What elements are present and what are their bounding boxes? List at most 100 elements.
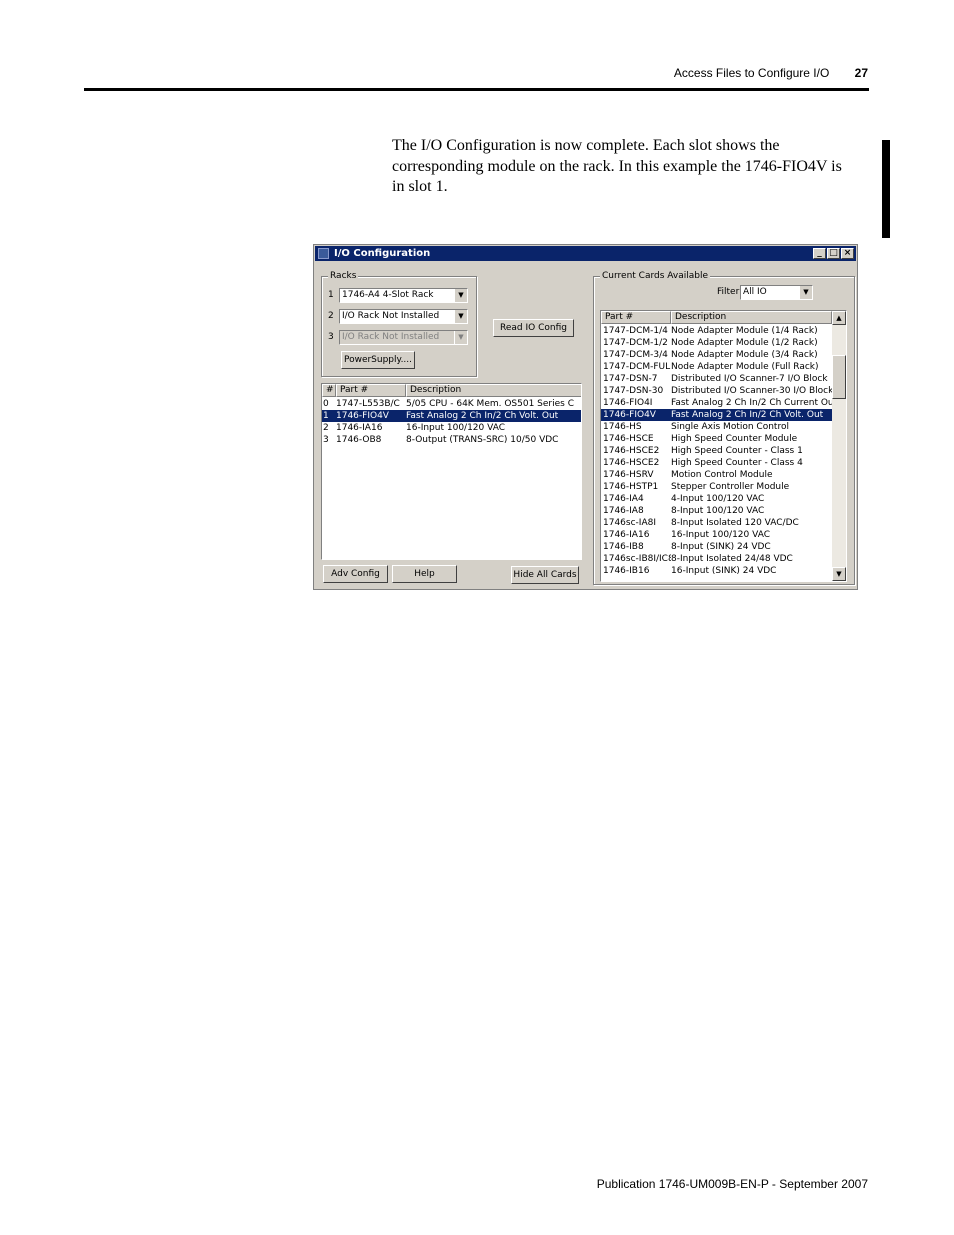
scroll-thumb[interactable] — [832, 355, 846, 399]
card-description: 8-Input Isolated 120 VAC/DC — [671, 518, 799, 528]
card-description: High Speed Counter - Class 4 — [671, 458, 803, 468]
card-part: 1746-HSCE — [603, 434, 654, 444]
card-part: 1746sc-IB8I/IC8I — [603, 554, 671, 564]
read-io-config-button[interactable]: Read IO Config — [493, 319, 574, 337]
card-row[interactable]: 1746-IA16 16-Input 100/120 VAC — [601, 529, 832, 541]
chevron-down-icon[interactable]: ▼ — [454, 310, 467, 323]
card-part: 1746-HSRV — [603, 470, 654, 480]
card-description: Node Adapter Module (1/4 Rack) — [671, 326, 818, 336]
card-row[interactable]: 1746-HSRV Motion Control Module — [601, 469, 832, 481]
rack-1-select[interactable]: 1746-A4 4-Slot Rack ▼ — [339, 288, 468, 303]
card-part: 1747-DCM-1/2 — [603, 338, 668, 348]
adv-config-button[interactable]: Adv Config — [323, 565, 388, 583]
card-row[interactable]: 1746-HSCE High Speed Counter Module — [601, 433, 832, 445]
title-bar[interactable]: I/O Configuration _ □ × — [315, 246, 856, 261]
card-description: Motion Control Module — [671, 470, 773, 480]
chevron-down-icon[interactable]: ▼ — [799, 286, 812, 299]
card-description: High Speed Counter Module — [671, 434, 798, 444]
card-row[interactable]: 1746-IB16 16-Input (SINK) 24 VDC — [601, 565, 832, 577]
column-header-part[interactable]: Part # — [336, 384, 406, 397]
vertical-scrollbar[interactable]: ▲ ▼ — [832, 311, 846, 581]
slot-part: 1746-OB8 — [336, 435, 382, 445]
running-header: Access Files to Configure I/O 27 — [674, 66, 868, 80]
minimize-button[interactable]: _ — [813, 248, 826, 259]
card-description: Fast Analog 2 Ch In/2 Ch Current Out — [671, 398, 832, 408]
column-header-description[interactable]: Description — [406, 384, 581, 397]
card-description: 16-Input (SINK) 24 VDC — [671, 566, 777, 576]
card-description: Node Adapter Module (1/2 Rack) — [671, 338, 818, 348]
card-part: 1746-IA16 — [603, 530, 650, 540]
card-row[interactable]: 1747-DCM-3/4 Node Adapter Module (3/4 Rac… — [601, 349, 832, 361]
card-row[interactable]: 1746-IA4 4-Input 100/120 VAC — [601, 493, 832, 505]
card-row[interactable]: 1747-DCM-1/4 Node Adapter Module (1/4 Rac… — [601, 325, 832, 337]
slot-row[interactable]: 3 1746-OB8 8-Output (TRANS-SRC) 10/50 VDC — [322, 434, 581, 446]
filter-select[interactable]: All IO ▼ — [740, 285, 813, 300]
page-number: 27 — [854, 66, 868, 80]
column-header-num[interactable]: # — [322, 384, 336, 397]
slot-number: 2 — [323, 423, 329, 433]
card-part: 1747-DCM-FULL — [603, 362, 671, 372]
maximize-button[interactable]: □ — [827, 248, 840, 259]
card-description: 8-Input Isolated 24/48 VDC — [671, 554, 793, 564]
card-row[interactable]: 1747-DCM-FULL Node Adapter Module (Full R… — [601, 361, 832, 373]
chevron-down-icon[interactable]: ▼ — [454, 289, 467, 302]
slot-part: 1746-FIO4V — [336, 411, 389, 421]
card-row[interactable]: 1746-HSCE2 High Speed Counter - Class 4 — [601, 457, 832, 469]
card-row[interactable]: 1746-IB8 8-Input (SINK) 24 VDC — [601, 541, 832, 553]
card-row[interactable]: 1747-DSN-30 Distributed I/O Scanner-30 I/… — [601, 385, 832, 397]
card-part: 1746-FIO4I — [603, 398, 653, 408]
card-part: 1746-IA8 — [603, 506, 644, 516]
card-row[interactable]: 1746-FIO4V Fast Analog 2 Ch In/2 Ch Volt.… — [601, 409, 832, 421]
scroll-up-icon[interactable]: ▲ — [832, 311, 846, 325]
card-row[interactable]: 1746sc-IB8I/IC8I 8-Input Isolated 24/48 V… — [601, 553, 832, 565]
card-description: Fast Analog 2 Ch In/2 Ch Volt. Out — [671, 410, 824, 420]
card-row[interactable]: 1746-IA8 8-Input 100/120 VAC — [601, 505, 832, 517]
card-row[interactable]: 1747-DSN-7 Distributed I/O Scanner-7 I/O … — [601, 373, 832, 385]
slot-description: 5/05 CPU - 64K Mem. OS501 Series C — [406, 399, 575, 409]
cards-list[interactable]: Part # Description 1747-DCM-1/4 Node Adap… — [600, 310, 847, 582]
hide-all-cards-button[interactable]: Hide All Cards — [511, 566, 579, 584]
card-part: 1746-HSCE2 — [603, 458, 660, 468]
close-button[interactable]: × — [841, 248, 854, 259]
chevron-down-icon: ▼ — [454, 331, 467, 344]
slot-description: 16-Input 100/120 VAC — [406, 423, 505, 433]
slot-description: Fast Analog 2 Ch In/2 Ch Volt. Out — [406, 411, 559, 421]
card-row[interactable]: 1746-FIO4I Fast Analog 2 Ch In/2 Ch Curre… — [601, 397, 832, 409]
card-row[interactable]: 1746-HSCE2 High Speed Counter - Class 1 — [601, 445, 832, 457]
slot-description: 8-Output (TRANS-SRC) 10/50 VDC — [406, 435, 559, 445]
card-part: 1746-HS — [603, 422, 642, 432]
slot-row[interactable]: 1 1746-FIO4V Fast Analog 2 Ch In/2 Ch Volt… — [322, 410, 581, 422]
card-row[interactable]: 1746sc-IA8I 8-Input Isolated 120 VAC/DC — [601, 517, 832, 529]
card-row[interactable]: 1746-HS Single Axis Motion Control — [601, 421, 832, 433]
card-description: 8-Input 100/120 VAC — [671, 506, 765, 516]
rack-2-number: 2 — [328, 311, 334, 321]
card-description: Single Axis Motion Control — [671, 422, 789, 432]
rack-2-select[interactable]: I/O Rack Not Installed ▼ — [339, 309, 468, 324]
power-supply-button[interactable]: PowerSupply.... — [341, 351, 415, 369]
card-part: 1746-HSCE2 — [603, 446, 660, 456]
section-title: Access Files to Configure I/O — [673, 66, 830, 80]
card-row[interactable]: 1747-DCM-1/2 Node Adapter Module (1/2 Rac… — [601, 337, 832, 349]
scroll-down-icon[interactable]: ▼ — [832, 567, 846, 581]
column-header-part[interactable]: Part # — [601, 311, 671, 324]
chapter-tab-marker — [882, 140, 890, 238]
slot-row[interactable]: 0 1747-L553B/C 5/05 CPU - 64K Mem. OS501 S… — [322, 398, 581, 410]
card-part: 1746-IB8 — [603, 542, 644, 552]
slot-list[interactable]: # Part # Description 0 1747-L553B/C 5/05 C… — [321, 383, 582, 560]
card-row[interactable]: 1746-HSTP1 Stepper Controller Module — [601, 481, 832, 493]
card-part: 1746-IB16 — [603, 566, 650, 576]
slot-row[interactable]: 2 1746-IA16 16-Input 100/120 VAC — [322, 422, 581, 434]
io-configuration-dialog: I/O Configuration _ □ × Racks 1 1746-A4 … — [313, 244, 858, 590]
filter-label: Filter — [717, 287, 740, 297]
column-header-description[interactable]: Description — [671, 311, 832, 324]
card-part: 1746sc-IA8I — [603, 518, 656, 528]
card-part: 1746-IA4 — [603, 494, 644, 504]
slot-part: 1747-L553B/C — [336, 399, 400, 409]
rack-3-value: I/O Rack Not Installed — [342, 332, 440, 342]
dialog-title: I/O Configuration — [334, 248, 431, 259]
rack-2-value: I/O Rack Not Installed — [342, 311, 440, 321]
header-rule — [84, 88, 869, 91]
help-button[interactable]: Help — [392, 565, 457, 583]
card-description: Node Adapter Module (3/4 Rack) — [671, 350, 818, 360]
rack-1-value: 1746-A4 4-Slot Rack — [342, 290, 434, 300]
